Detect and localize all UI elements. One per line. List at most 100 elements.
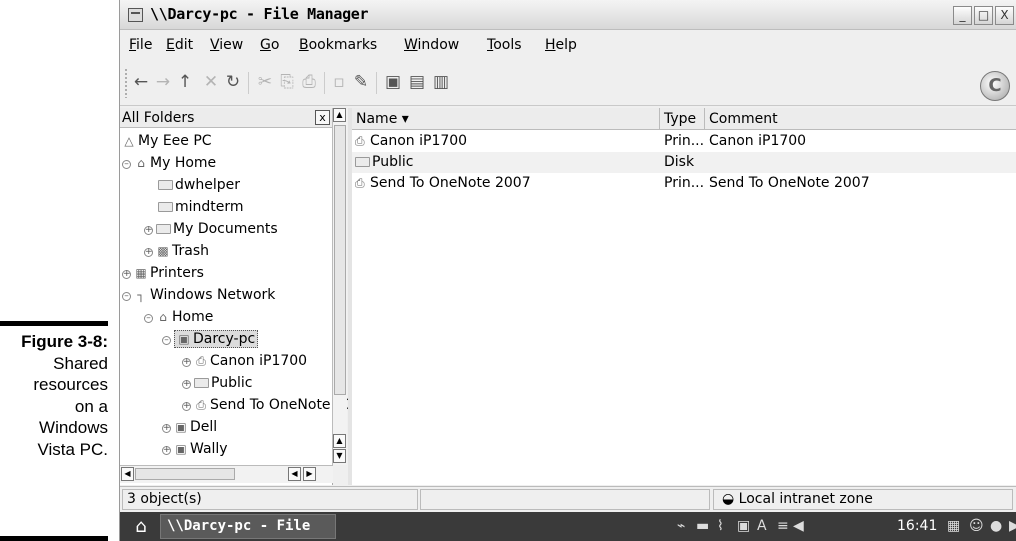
tree-item-dwhelper[interactable]: dwhelper [158,174,240,196]
file-row[interactable]: Public Disk [352,152,1016,173]
power-icon[interactable]: ● [990,518,1002,535]
figure-label: Figure 3-8: [21,332,108,351]
collapse-icon[interactable]: – [122,160,131,169]
status-zone: ◒ Local intranet zone [713,489,1013,510]
folder-tree-horizontal-scrollbar[interactable]: ◀ ◀ ▶ [120,465,333,483]
smiley-icon[interactable]: ☺ [969,518,984,535]
expand-icon[interactable]: + [122,270,131,279]
start-menu-icon[interactable]: ⌂ [130,516,152,538]
column-header-comment[interactable]: Comment [705,108,1016,130]
tree-item-label: My Home [150,155,217,171]
arrow-right-icon[interactable]: ▶ [1009,518,1016,535]
expand-icon[interactable]: + [182,402,191,411]
list-view-icon[interactable]: ▥ [430,71,452,93]
maximize-button[interactable]: □ [974,6,993,25]
expand-icon[interactable]: + [182,380,191,389]
reload-icon[interactable]: ↻ [222,71,244,93]
expand-icon[interactable]: + [144,248,153,257]
folder-icon [158,202,173,212]
tree-item-public[interactable]: + Public [182,372,252,394]
collapse-icon[interactable]: – [162,336,171,345]
menu-tools[interactable]: Tools [487,37,522,53]
paste-icon[interactable]: ⎙ [298,71,320,93]
updates-icon[interactable]: ▣ [737,518,750,535]
tree-item-windows-network[interactable]: – ┐ Windows Network [122,284,275,306]
folder-tree-vertical-scrollbar[interactable]: ▲ ▲ ▼ [332,108,347,465]
scroll-up-icon[interactable]: ▲ [333,108,346,122]
scroll-left-icon[interactable]: ◀ [288,467,301,481]
detail-view-icon[interactable]: ▤ [406,71,428,93]
tree-item-darcy-pc[interactable]: – ▣ Darcy-pc [162,328,259,350]
tree-item-my-documents[interactable]: + My Documents [144,218,278,240]
printer-icon: ⎙ [355,176,365,190]
scroll-down-icon[interactable]: ▼ [333,449,346,463]
scrollbar-thumb[interactable] [135,468,235,480]
status-message [420,489,710,510]
expand-icon[interactable]: + [182,358,191,367]
scroll-up-icon[interactable]: ▲ [333,434,346,448]
back-icon[interactable]: ← [130,71,152,93]
menu-help[interactable]: Help [545,37,577,53]
tree-item-my-home[interactable]: – ⌂ My Home [122,152,216,174]
scroll-right-icon[interactable]: ▶ [303,467,316,481]
window-title: \\Darcy-pc - File Manager [150,5,369,23]
computer-icon: ▣ [175,420,187,434]
column-header-name[interactable]: Name ▾ [352,108,660,130]
caption-rule-bottom [0,536,108,541]
wifi-icon[interactable]: ⌇ [717,518,724,535]
copy-icon[interactable]: ⎘ [276,71,298,93]
tree-item-dell[interactable]: + ▣ Dell [162,416,217,438]
menu-go[interactable]: Go [260,37,279,53]
icon-view-icon[interactable]: ▣ [382,71,404,93]
printer-icon: ⎙ [196,354,206,368]
menu-view[interactable]: View [210,37,243,53]
toolbar-separator [324,72,325,94]
stop-icon[interactable]: ✕ [200,71,222,93]
column-header-type[interactable]: Type [660,108,705,130]
minimize-button[interactable]: _ [953,6,972,25]
tree-item-label: Windows Network [150,287,276,303]
file-row[interactable]: ⎙ Canon iP1700 Prin... Canon iP1700 [352,131,1016,152]
file-row[interactable]: ⎙ Send To OneNote 2007 Prin... Send To On… [352,173,1016,194]
tree-item-trash[interactable]: + ▩ Trash [144,240,209,262]
taskbar-window-button[interactable]: \\Darcy-pc - File [160,514,336,539]
tree-item-printers[interactable]: + ▦ Printers [122,262,204,284]
close-panel-button[interactable]: x [315,110,330,125]
expand-icon[interactable]: + [144,226,153,235]
menu-bookmarks[interactable]: Bookmarks [299,37,377,53]
network-tray-icon[interactable]: ⌁ [677,518,685,535]
file-name-cell: ⎙ Canon iP1700 [355,131,658,152]
storage-icon[interactable]: ≡ [777,518,789,535]
keyboard-layout-icon[interactable]: A [757,518,767,535]
window-menu-icon[interactable] [128,8,143,22]
menu-edit[interactable]: Edit [166,37,193,53]
battery-icon[interactable]: ▬ [696,518,709,535]
tree-item-wally[interactable]: + ▣ Wally [162,438,228,460]
menu-window[interactable]: Window [404,37,459,53]
close-button[interactable]: X [995,6,1014,25]
cut-icon[interactable]: ✂ [254,71,276,93]
up-icon[interactable]: ↑ [174,71,196,93]
volume-icon[interactable]: ◀ [793,518,804,535]
collapse-icon[interactable]: – [122,292,131,301]
toolbar-grip[interactable] [124,68,128,98]
expand-icon[interactable]: + [162,424,171,433]
tree-item-send-to-onenote[interactable]: + ⎙ Send To OneNote 2007 [182,394,348,416]
folder-tree: △ My Eee PC – ⌂ My Home dwhelper mindterm +… [120,130,348,464]
scrollbar-thumb[interactable] [334,125,346,395]
menu-file[interactable]: File [129,37,152,53]
delete-icon[interactable]: ▫ [328,71,350,93]
expand-icon[interactable]: + [162,446,171,455]
title-bar[interactable]: \\Darcy-pc - File Manager _ □ X [120,0,1016,30]
tree-item-home[interactable]: – ⌂ Home [144,306,213,328]
forward-icon[interactable]: → [152,71,174,93]
tree-item-mindterm[interactable]: mindterm [158,196,244,218]
scroll-left-icon[interactable]: ◀ [121,467,134,481]
collapse-icon[interactable]: – [144,314,153,323]
desktop-icon[interactable]: ▦ [947,518,960,535]
tree-item-canon-ip1700[interactable]: + ⎙ Canon iP1700 [182,350,307,372]
home-icon: ⌂ [137,156,145,170]
tree-item-my-eee-pc[interactable]: △ My Eee PC [122,130,211,152]
properties-icon[interactable]: ✎ [350,71,372,93]
status-bar: 3 object(s) ◒ Local intranet zone [120,486,1016,511]
